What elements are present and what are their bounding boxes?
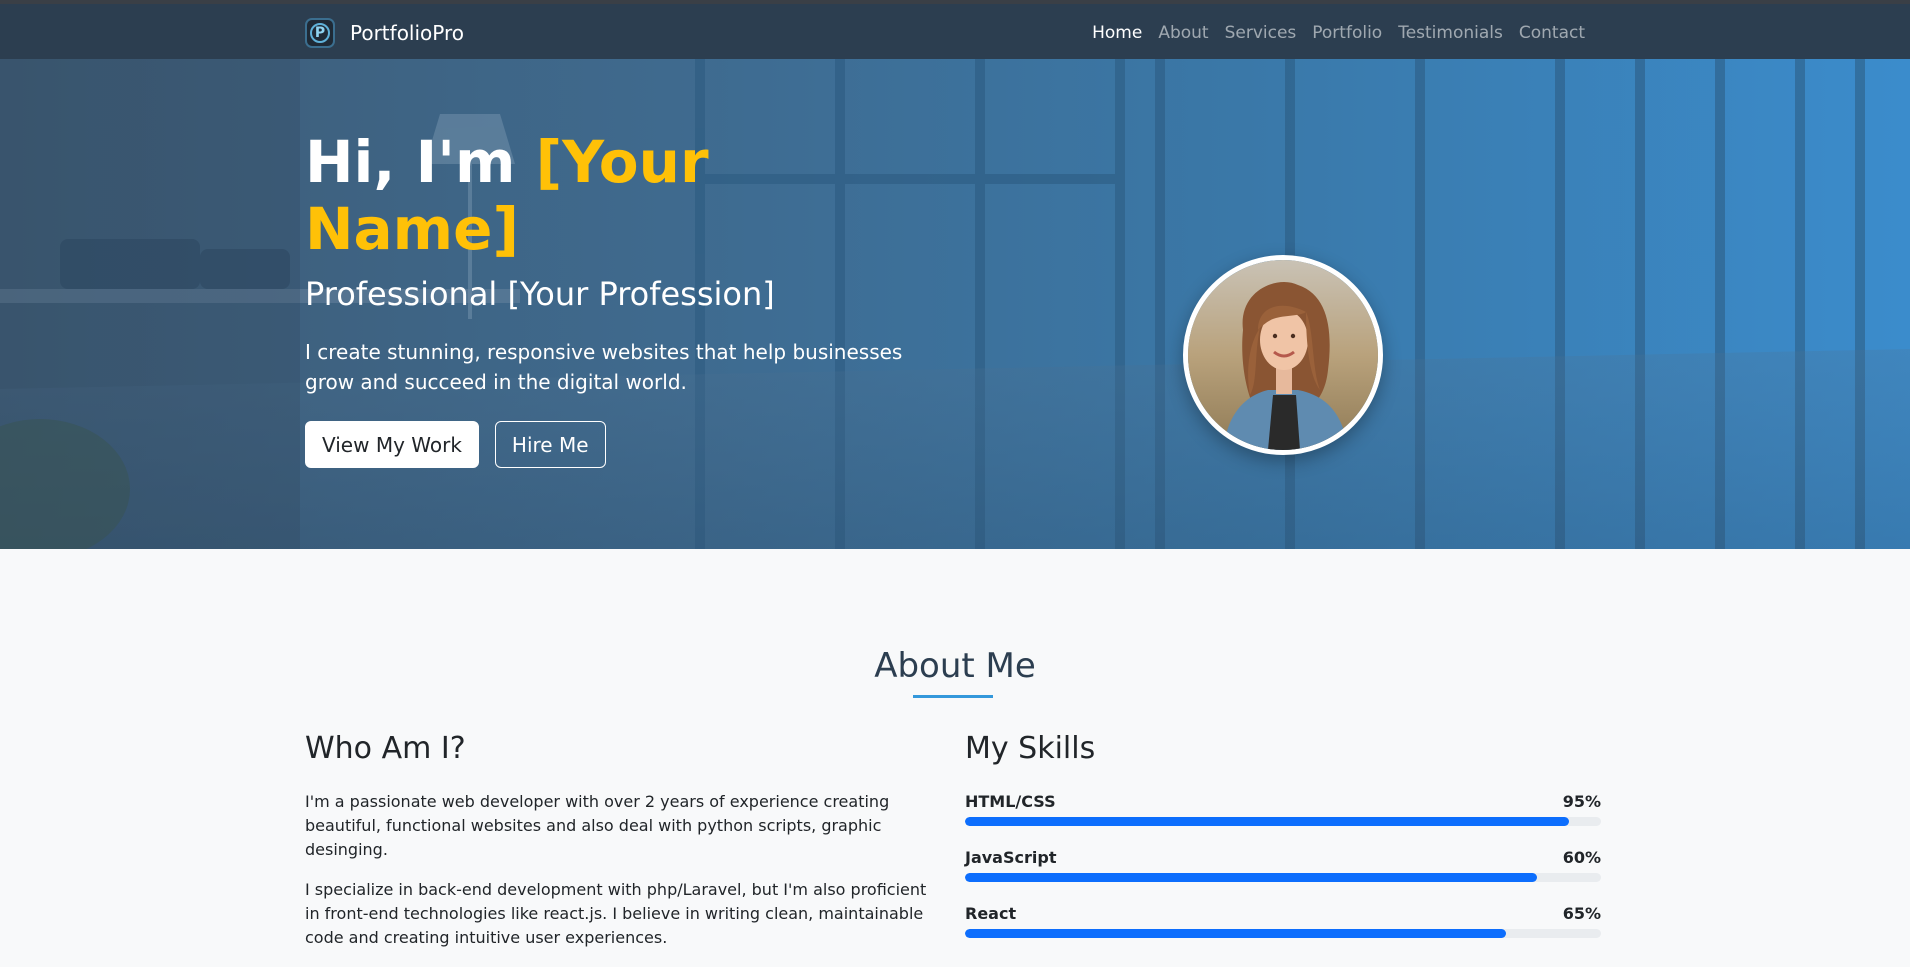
hero-subtitle: Professional [Your Profession]	[305, 275, 775, 313]
skills-heading: My Skills	[965, 731, 1096, 766]
skill-percent: 65%	[1562, 904, 1601, 923]
who-am-i-paragraph-2: I specialize in back-end development wit…	[305, 880, 927, 947]
skill-name: HTML/CSS	[965, 792, 1056, 811]
skill-html-css: HTML/CSS 95%	[965, 792, 1601, 826]
nav-link-portfolio[interactable]: Portfolio	[1304, 23, 1390, 43]
skill-percent: 95%	[1562, 792, 1601, 811]
who-am-i-heading: Who Am I?	[305, 731, 466, 766]
section-title-about: About Me	[874, 646, 1036, 686]
skill-progress-fill	[965, 929, 1506, 938]
skill-progress-bar	[965, 873, 1601, 882]
nav-link-testimonials[interactable]: Testimonials	[1390, 23, 1511, 43]
hero-title: Hi, I'm [Your Name]	[305, 129, 925, 263]
nav-link-about[interactable]: About	[1150, 23, 1216, 43]
hero-section: Hi, I'm [Your Name] Professional [Your P…	[0, 59, 1910, 549]
nav-links: Home About Services Portfolio Testimonia…	[1084, 23, 1593, 43]
section-title-underline	[913, 695, 993, 698]
nav-link-services[interactable]: Services	[1217, 23, 1305, 43]
navbar: P PortfolioPro Home About Services Portf…	[0, 4, 1910, 59]
skill-progress-fill	[965, 873, 1538, 882]
skill-percent: 60%	[1562, 848, 1601, 867]
brand[interactable]: P PortfolioPro	[305, 18, 464, 48]
hero-background-office-image	[0, 59, 1910, 549]
skill-progress-bar	[965, 929, 1601, 938]
hero-buttons: View My Work Hire Me	[305, 421, 925, 468]
profile-photo	[1188, 260, 1378, 450]
hire-me-button[interactable]: Hire Me	[494, 421, 606, 468]
hero-content: Hi, I'm [Your Name] Professional [Your P…	[305, 129, 925, 468]
brand-name: PortfolioPro	[350, 21, 465, 45]
portfoliopro-logo-icon: P	[305, 18, 335, 48]
skill-react: React 65%	[965, 904, 1601, 938]
skills-column: My Skills HTML/CSS 95% JavaScript 60% Re…	[965, 731, 1601, 960]
about-section: About Me Who Am I? I'm a passionate web …	[0, 549, 1910, 967]
skill-progress-bar	[965, 817, 1601, 826]
skill-progress-fill	[965, 817, 1570, 826]
view-my-work-button[interactable]: View My Work	[305, 421, 479, 468]
nav-link-contact[interactable]: Contact	[1511, 23, 1593, 43]
who-am-i-column: Who Am I? I'm a passionate web developer…	[305, 731, 935, 966]
hero-title-prefix: Hi, I'm	[305, 128, 536, 196]
hero-description: I create stunning, responsive websites t…	[305, 340, 903, 394]
skill-name: JavaScript	[965, 848, 1057, 867]
avatar	[1183, 255, 1383, 455]
skill-name: React	[965, 904, 1017, 923]
nav-link-home[interactable]: Home	[1084, 23, 1150, 43]
skill-javascript: JavaScript 60%	[965, 848, 1601, 882]
who-am-i-paragraph-1: I'm a passionate web developer with over…	[305, 792, 890, 859]
